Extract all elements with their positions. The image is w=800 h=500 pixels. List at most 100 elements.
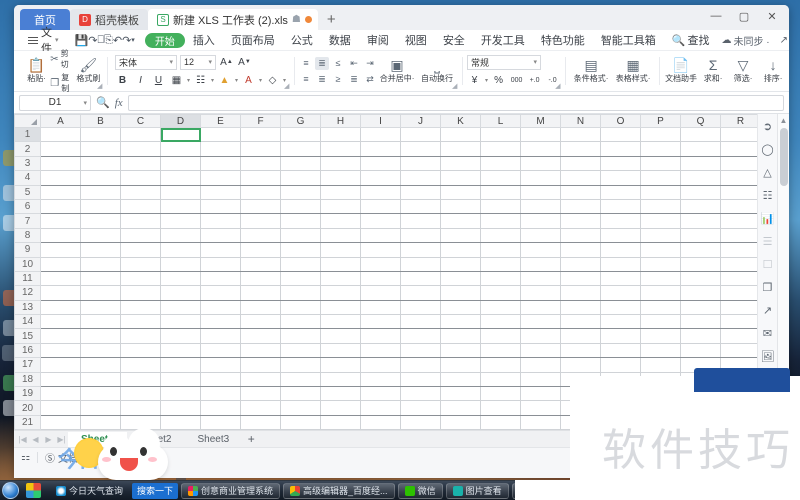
cell-C8[interactable] xyxy=(120,227,161,244)
row-header-5[interactable]: 5 xyxy=(14,184,41,200)
taskbar-item-picture[interactable]: 图片查看 xyxy=(445,482,509,499)
cell-P13[interactable] xyxy=(640,299,681,316)
italic-button[interactable]: I xyxy=(133,73,148,88)
font-color-button[interactable]: A xyxy=(241,73,256,88)
row-header-20[interactable]: 20 xyxy=(14,400,41,416)
cell-E10[interactable] xyxy=(200,256,241,272)
cell-J6[interactable] xyxy=(400,198,441,215)
taskbar-item-360[interactable]: 创意商业管理系统 xyxy=(181,482,281,499)
cell-B7[interactable] xyxy=(80,213,121,229)
image-icon[interactable]: 🖼 xyxy=(760,348,776,364)
cell-O11[interactable] xyxy=(600,270,641,287)
frame-icon[interactable]: ☐ xyxy=(760,256,776,272)
cell-D10[interactable] xyxy=(160,256,201,272)
ribbon-tab-features[interactable]: 特色功能 xyxy=(533,31,593,50)
cell-B20[interactable] xyxy=(80,400,121,416)
bold-button[interactable]: B xyxy=(115,73,130,88)
cut-button[interactable]: ✂ 剪切 xyxy=(50,48,74,70)
column-header-F[interactable]: F xyxy=(240,114,281,128)
cell-R2[interactable] xyxy=(720,141,761,157)
cell-Q16[interactable] xyxy=(680,342,721,359)
cell-L6[interactable] xyxy=(480,198,521,215)
cell-A6[interactable] xyxy=(40,198,81,215)
cell-L19[interactable] xyxy=(480,386,521,402)
column-header-B[interactable]: B xyxy=(80,114,121,128)
table-row[interactable]: 7 xyxy=(14,213,761,229)
close-button[interactable]: ✕ xyxy=(759,6,785,26)
cell-J8[interactable] xyxy=(400,227,441,244)
cell-L2[interactable] xyxy=(480,141,521,157)
cell-B5[interactable] xyxy=(80,184,121,200)
scroll-up-icon[interactable]: ▲ xyxy=(778,114,789,126)
taskbar-item-weather[interactable]: 今日天气查询 xyxy=(50,483,129,499)
align-center-button[interactable]: ≣ xyxy=(315,73,329,86)
column-header-M[interactable]: M xyxy=(520,114,561,128)
ribbon-tab-find[interactable]: 🔍 查找 xyxy=(664,31,718,50)
cell-F14[interactable] xyxy=(240,314,281,330)
print-preview-icon[interactable]: ↷ xyxy=(88,32,97,48)
cell-L15[interactable] xyxy=(480,328,521,344)
column-header-A[interactable]: A xyxy=(40,114,81,128)
cell-H6[interactable] xyxy=(320,198,361,215)
row-header-21[interactable]: 21 xyxy=(14,414,41,430)
cell-A19[interactable] xyxy=(40,386,81,402)
cell-C12[interactable] xyxy=(120,285,161,301)
cell-D16[interactable] xyxy=(160,342,201,359)
ribbon-tab-security[interactable]: 安全 xyxy=(435,31,473,50)
cell-B10[interactable] xyxy=(80,256,121,272)
cell-H21[interactable] xyxy=(320,414,361,430)
cell-F3[interactable] xyxy=(240,155,281,172)
close-tab-icon[interactable] xyxy=(304,16,312,23)
cell-E15[interactable] xyxy=(200,328,241,344)
cell-O8[interactable] xyxy=(600,227,641,244)
cell-H20[interactable] xyxy=(320,400,361,416)
column-header-E[interactable]: E xyxy=(200,114,241,128)
cell-P5[interactable] xyxy=(640,184,681,200)
cell-B13[interactable] xyxy=(80,299,121,316)
cell-A18[interactable] xyxy=(40,371,81,388)
cell-N4[interactable] xyxy=(560,170,601,186)
cell-D1[interactable] xyxy=(160,126,201,143)
sync-status-button[interactable]: ☁ 未同步 · xyxy=(718,33,774,48)
cell-R11[interactable] xyxy=(720,270,761,287)
cell-B6[interactable] xyxy=(80,198,121,215)
cell-A10[interactable] xyxy=(40,256,81,272)
sort-button[interactable]: ↓ 排序· xyxy=(758,58,788,84)
cell-G9[interactable] xyxy=(280,242,321,258)
cell-G8[interactable] xyxy=(280,227,321,244)
cell-N3[interactable] xyxy=(560,155,601,172)
cell-H11[interactable] xyxy=(320,270,361,287)
cell-G3[interactable] xyxy=(280,155,321,172)
cell-P12[interactable] xyxy=(640,285,681,301)
cell-E8[interactable] xyxy=(200,227,241,244)
cell-P10[interactable] xyxy=(640,256,681,272)
table-row[interactable]: 12 xyxy=(14,285,761,301)
cell-K1[interactable] xyxy=(440,126,481,143)
cell-P6[interactable] xyxy=(640,198,681,215)
cell-C5[interactable] xyxy=(120,184,161,200)
cell-J10[interactable] xyxy=(400,256,441,272)
customize-icon[interactable]: ▾ xyxy=(131,32,135,48)
cell-L10[interactable] xyxy=(480,256,521,272)
align-middle-button[interactable]: ≣ xyxy=(315,56,330,70)
prev-sheet-button[interactable]: ◀ xyxy=(29,432,42,447)
cell-G2[interactable] xyxy=(280,141,321,157)
wrap-text-button[interactable]: ⎵ 自动换行 xyxy=(417,58,457,84)
cell-E21[interactable] xyxy=(200,414,241,430)
cell-P2[interactable] xyxy=(640,141,681,157)
ribbon-tab-start[interactable]: 开始 xyxy=(144,32,185,48)
cell-C18[interactable] xyxy=(120,371,161,388)
table-row[interactable]: 17 xyxy=(14,357,761,373)
cell-D2[interactable] xyxy=(160,141,201,157)
cell-P7[interactable] xyxy=(640,213,681,229)
cell-F17[interactable] xyxy=(240,357,281,373)
cell-G19[interactable] xyxy=(280,386,321,402)
cell-A9[interactable] xyxy=(40,242,81,258)
cell-H9[interactable] xyxy=(320,242,361,258)
cell-N10[interactable] xyxy=(560,256,601,272)
cell-J19[interactable] xyxy=(400,386,441,402)
cell-D11[interactable] xyxy=(160,270,201,287)
list-icon[interactable]: ☰ xyxy=(760,233,776,249)
clipboard-launcher-icon[interactable]: ◢ xyxy=(97,82,104,90)
table-row[interactable]: 5 xyxy=(14,184,761,200)
